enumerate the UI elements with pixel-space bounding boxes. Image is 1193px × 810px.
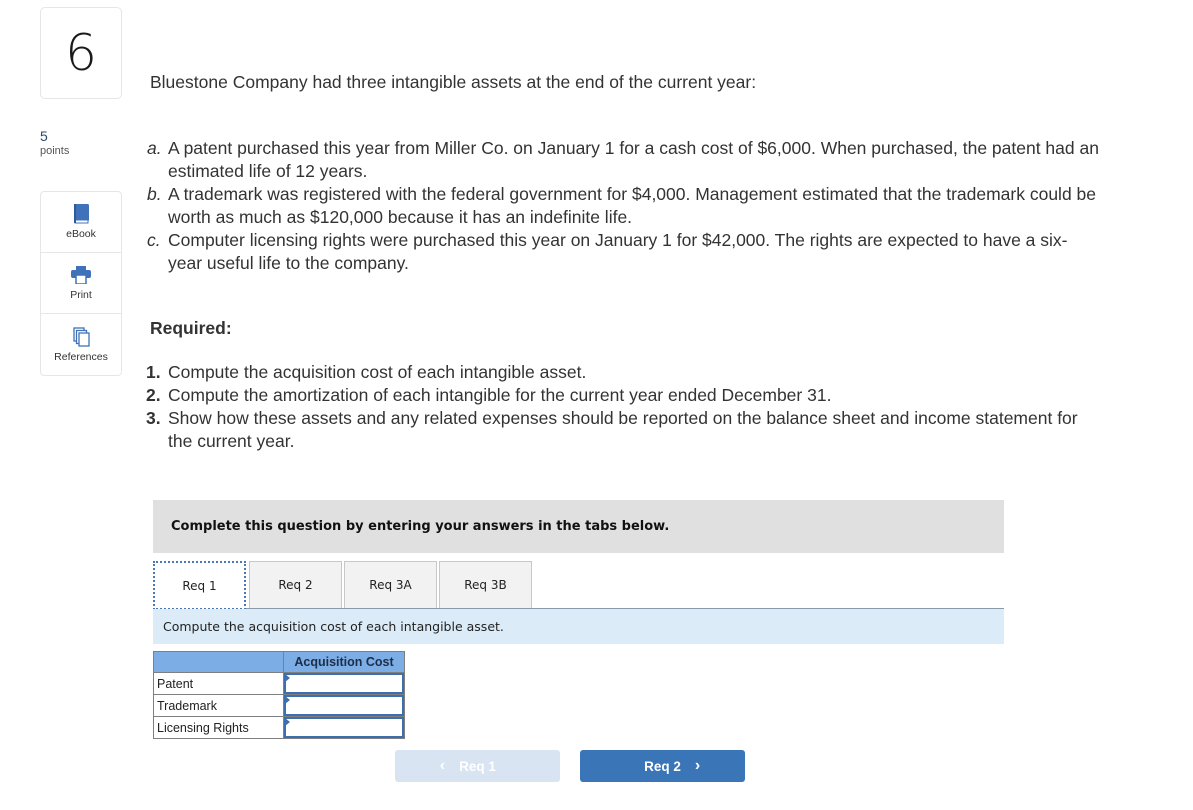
references-label: References	[54, 350, 108, 363]
requirement-text: Show how these assets and any related ex…	[168, 408, 1078, 451]
item-text: Computer licensing rights were purchased…	[168, 230, 1068, 273]
header-acquisition-cost: Acquisition Cost	[283, 651, 405, 673]
requirement-item: 2. Compute the amortization of each inta…	[146, 384, 1100, 407]
instructions-banner: Complete this question by entering your …	[153, 500, 1004, 553]
row-label-patent: Patent	[153, 672, 284, 695]
licensing-rights-cost-input[interactable]	[284, 717, 404, 738]
requirements-list: 1. Compute the acquisition cost of each …	[146, 361, 1100, 453]
problem-intro: Bluestone Company had three intangible a…	[150, 72, 757, 92]
requirement-item: 1. Compute the acquisition cost of each …	[146, 361, 1100, 384]
requirement-item: 3. Show how these assets and any related…	[146, 407, 1100, 453]
tab-req-1[interactable]: Req 1	[153, 561, 246, 610]
points-block: 5 points	[40, 128, 69, 159]
ebook-button[interactable]: eBook	[41, 192, 121, 253]
row-label-licensing-rights: Licensing Rights	[153, 716, 284, 739]
chevron-left-icon: ‹	[439, 757, 446, 774]
input-marker-icon	[285, 718, 290, 726]
acquisition-cost-table: Acquisition Cost Patent Trademark Licens…	[153, 651, 405, 739]
patent-cost-input[interactable]	[284, 673, 404, 694]
print-label: Print	[70, 289, 92, 301]
prev-req-label: Req 1	[459, 758, 496, 774]
chevron-right-icon: ›	[694, 757, 701, 774]
tab-instruction: Compute the acquisition cost of each int…	[153, 609, 1004, 644]
points-value: 5	[40, 128, 48, 144]
prev-req-button[interactable]: ‹ Req 1 ‹	[395, 750, 560, 782]
item-text: A patent purchased this year from Miller…	[168, 138, 1099, 181]
row-label-trademark: Trademark	[153, 694, 284, 717]
table-row: Patent	[153, 672, 405, 695]
required-heading: Required:	[150, 318, 232, 338]
asset-item: c. Computer licensing rights were purcha…	[147, 229, 1100, 275]
requirement-text: Compute the acquisition cost of each int…	[168, 362, 587, 382]
item-letter: b.	[147, 184, 162, 204]
trademark-cost-input[interactable]	[284, 695, 404, 716]
next-req-label: Req 2	[644, 758, 681, 774]
book-icon	[73, 204, 90, 224]
requirement-number: 3.	[146, 408, 161, 428]
tab-req-3b[interactable]: Req 3B	[439, 561, 532, 608]
item-text: A trademark was registered with the fede…	[168, 184, 1097, 227]
table-row: Licensing Rights	[153, 716, 405, 739]
ebook-label: eBook	[66, 228, 96, 240]
input-marker-icon	[285, 674, 290, 682]
requirement-number: 1.	[146, 362, 161, 382]
tools-panel: eBook Print References	[40, 191, 122, 376]
header-blank	[153, 651, 284, 673]
requirement-number: 2.	[146, 385, 161, 405]
item-letter: a.	[147, 138, 162, 158]
input-marker-icon	[285, 696, 290, 704]
item-letter: c.	[147, 230, 161, 250]
requirement-tabs: Req 1 Req 2 Req 3A Req 3B	[153, 561, 1004, 610]
printer-icon	[71, 265, 91, 285]
print-button[interactable]: Print	[41, 253, 121, 314]
points-label: points	[40, 145, 70, 157]
references-button[interactable]: References	[41, 314, 121, 375]
requirement-text: Compute the amortization of each intangi…	[168, 385, 832, 405]
asset-list: a. A patent purchased this year from Mil…	[147, 137, 1100, 275]
question-number: 6	[40, 7, 122, 99]
tab-req-3a[interactable]: Req 3A	[344, 561, 437, 608]
next-req-button[interactable]: › Req 2 ›	[580, 750, 745, 782]
tab-req-2[interactable]: Req 2	[249, 561, 342, 608]
references-icon	[72, 326, 90, 347]
table-row: Trademark	[153, 694, 405, 717]
asset-item: a. A patent purchased this year from Mil…	[147, 137, 1100, 183]
asset-item: b. A trademark was registered with the f…	[147, 183, 1100, 229]
